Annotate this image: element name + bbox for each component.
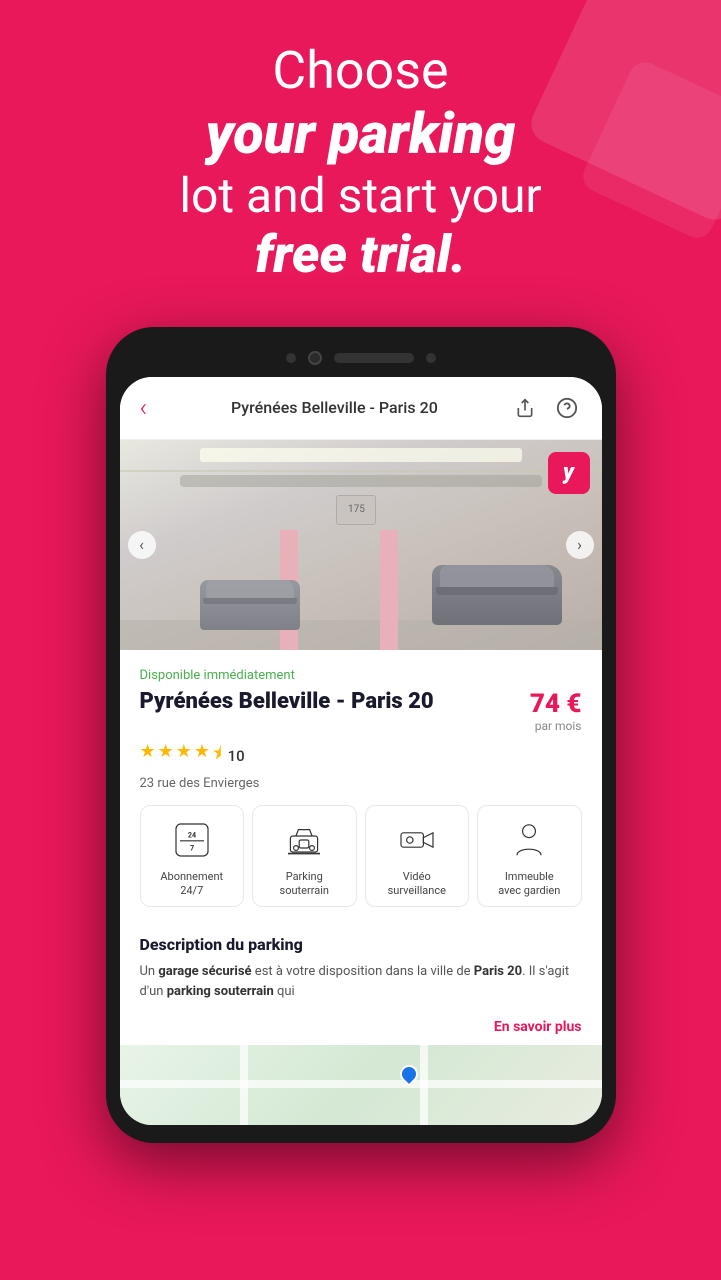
notch-speaker	[334, 353, 414, 363]
desc-bold-2: Paris 20	[474, 964, 522, 979]
phone-frame: ‹ Pyrénées Belleville - Paris 20	[106, 327, 616, 1144]
read-more-link[interactable]: En savoir plus	[494, 1019, 582, 1035]
parking-image: 175 y ‹ ›	[120, 440, 602, 650]
header-section: Choose your parking lot and start your f…	[0, 0, 721, 317]
map-road-vertical-1	[240, 1045, 248, 1125]
map-preview[interactable]	[120, 1045, 602, 1125]
desc-bold-1: garage sécurisé	[158, 964, 251, 979]
app-header: ‹ Pyrénées Belleville - Paris 20	[120, 377, 602, 440]
description-section: Description du parking Un garage sécuris…	[120, 935, 602, 1013]
ceiling-pipe	[180, 475, 542, 487]
ceiling-light	[200, 448, 522, 462]
map-road-vertical-2	[420, 1045, 428, 1125]
star-4: ★	[194, 741, 210, 771]
parking-column-2	[380, 530, 398, 650]
app-logo: y	[548, 452, 590, 494]
phone-container: ‹ Pyrénées Belleville - Paris 20	[0, 327, 721, 1144]
feature-247: 24 7 Abonnement24/7	[140, 805, 245, 908]
notch-dot-left	[286, 353, 296, 363]
star-5-half: ⯨	[212, 741, 222, 771]
features-grid: 24 7 Abonnement24/7	[140, 805, 582, 908]
star-1: ★	[140, 741, 156, 771]
feature-underground-label: Parkingsouterrain	[280, 870, 329, 899]
map-road-horizontal	[120, 1080, 602, 1088]
phone-camera	[308, 351, 322, 365]
svg-text:24: 24	[188, 830, 196, 839]
parking-title-row: Pyrénées Belleville - Paris 20 74 € par …	[140, 689, 582, 733]
read-more-row: En savoir plus	[120, 1013, 602, 1045]
image-nav-left[interactable]: ‹	[128, 531, 156, 559]
header-line3: lot and start your	[60, 167, 661, 225]
desc-bold-3: parking souterrain	[167, 984, 274, 999]
ceiling-line	[120, 470, 602, 472]
car-2	[200, 580, 300, 630]
feature-video: Vidéosurveillance	[365, 805, 470, 908]
app-header-title: Pyrénées Belleville - Paris 20	[159, 398, 509, 417]
availability-badge: Disponible immédiatement	[140, 668, 582, 683]
description-text: Un garage sécurisé est à votre dispositi…	[140, 962, 582, 1001]
phone-notch	[120, 345, 602, 377]
car-1	[432, 565, 562, 625]
star-3: ★	[176, 741, 192, 771]
svg-text:7: 7	[190, 843, 194, 852]
feature-247-label: Abonnement24/7	[160, 870, 223, 899]
rating-count: 10	[228, 747, 245, 765]
feature-video-icon	[395, 818, 439, 862]
description-title: Description du parking	[140, 935, 582, 954]
feature-video-label: Vidéosurveillance	[388, 870, 446, 899]
price-block: 74 € par mois	[530, 689, 582, 733]
header-line2: your parking	[60, 102, 661, 166]
image-nav-right[interactable]: ›	[566, 531, 594, 559]
price-amount: 74 €	[530, 689, 582, 719]
parking-number-sign: 175	[336, 495, 376, 525]
rating-row: ★ ★ ★ ★ ⯨ 10	[140, 741, 582, 771]
feature-guardian-icon	[507, 818, 551, 862]
share-icon[interactable]	[510, 393, 540, 423]
parking-photo: 175	[120, 440, 602, 650]
parking-address: 23 rue des Envierges	[140, 776, 582, 791]
header-line1: Choose	[60, 40, 661, 102]
header-line4: free trial.	[60, 224, 661, 286]
stars-display: ★ ★ ★ ★ ⯨	[140, 741, 222, 771]
back-button[interactable]: ‹	[140, 393, 148, 423]
help-icon[interactable]	[552, 393, 582, 423]
notch-dot-right	[426, 353, 436, 363]
feature-guardian: Immeubleavec gardien	[477, 805, 582, 908]
feature-underground-icon	[282, 818, 326, 862]
price-period: par mois	[530, 719, 582, 733]
feature-guardian-label: Immeubleavec gardien	[498, 870, 560, 899]
feature-underground: Parkingsouterrain	[252, 805, 357, 908]
parking-info-section: Disponible immédiatement Pyrénées Bellev…	[120, 650, 602, 936]
parking-name: Pyrénées Belleville - Paris 20	[140, 689, 518, 714]
feature-247-icon: 24 7	[170, 818, 214, 862]
phone-screen: ‹ Pyrénées Belleville - Paris 20	[120, 377, 602, 1126]
star-2: ★	[158, 741, 174, 771]
app-header-icons	[510, 393, 582, 423]
